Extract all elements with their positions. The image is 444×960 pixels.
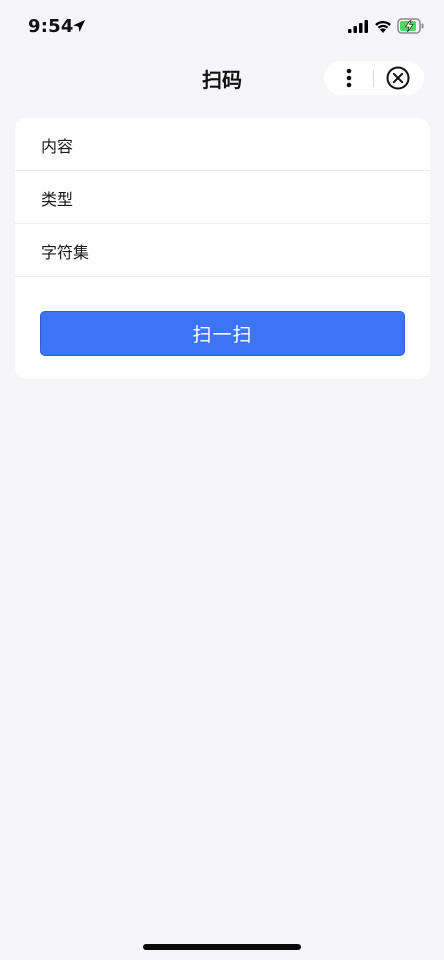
field-row-content: 内容 xyxy=(15,118,430,171)
cellular-signal-icon xyxy=(348,20,368,33)
field-row-type: 类型 xyxy=(15,171,430,224)
field-row-charset: 字符集 xyxy=(15,224,430,277)
capsule-divider xyxy=(373,70,374,87)
navigation-bar: 扫码 xyxy=(0,54,444,102)
close-circle-icon[interactable] xyxy=(384,64,412,92)
scan-result-card: 内容 类型 字符集 扫一扫 xyxy=(15,118,430,379)
more-button[interactable] xyxy=(334,61,364,95)
scan-button[interactable]: 扫一扫 xyxy=(40,311,405,356)
location-arrow-icon xyxy=(73,20,85,32)
mini-program-capsule xyxy=(324,61,424,95)
status-time: 9:54 xyxy=(28,16,74,37)
field-label-type: 类型 xyxy=(41,190,74,209)
status-bar: 9:54 xyxy=(0,0,444,54)
field-label-content: 内容 xyxy=(41,137,74,156)
wifi-icon xyxy=(375,20,391,33)
home-indicator xyxy=(143,944,301,950)
battery-charging-icon xyxy=(397,18,424,34)
field-label-charset: 字符集 xyxy=(41,243,90,262)
more-dots-icon xyxy=(346,68,352,88)
